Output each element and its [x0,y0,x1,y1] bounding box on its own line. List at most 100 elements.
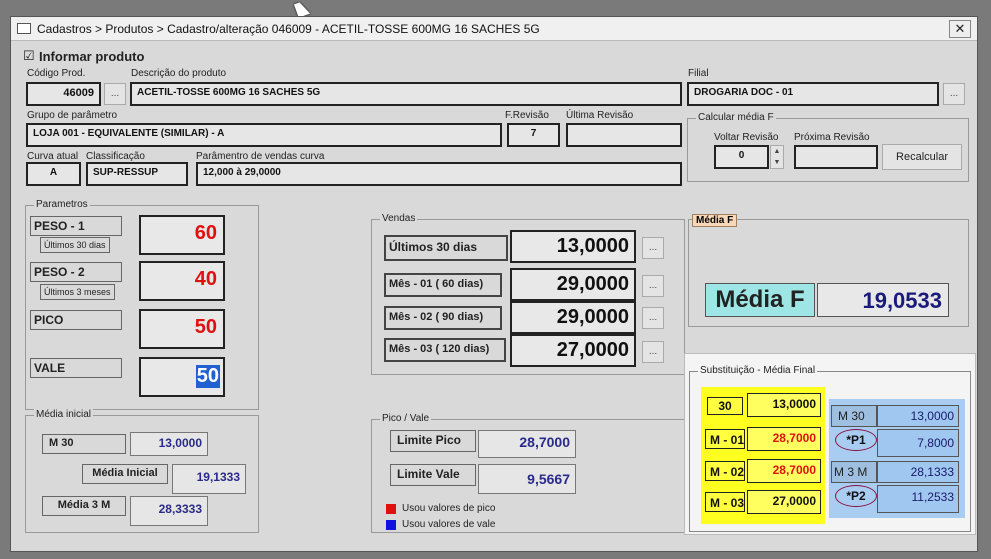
sub-blue-m3m-label: M 3 M [831,461,877,483]
sub-m01-value: 28,7000 [747,427,821,451]
limite-vale-label: Limite Vale [390,464,476,486]
legend-vale-label: Usou valores de vale [402,519,496,530]
media-inicial-value[interactable]: 19,1333 [172,464,246,494]
substituicao-panel: Substituição - Média Final 30 13,0000 M … [684,353,976,535]
media-3m-label: Média 3 M [42,496,126,516]
grupo-field[interactable]: LOJA 001 - EQUIVALENTE (SIMILAR) - A [26,123,502,147]
peso1-value[interactable]: 60 [139,215,225,255]
vendas-m01-button[interactable]: ... [642,275,664,297]
vendas-group: Vendas Últimos 30 dias 13,0000 ... Mês -… [371,213,685,375]
sub-p2-value: 11,2533 [877,485,959,513]
informar-checkbox[interactable]: ☑ [23,48,35,64]
media-f-title: Média F [692,214,738,227]
sub-m01-label: M - 01 [705,429,745,449]
codigo-lookup-button[interactable]: ... [104,83,126,105]
yellow-box: 30 13,0000 M - 01 28,7000 M - 02 28,7000… [701,387,825,524]
codigo-field[interactable]: 46009 [26,82,101,106]
pico-vale-group: Pico / Vale Limite Pico 28,7000 Limite V… [371,413,685,533]
sub-blue-m3m-value: 28,1333 [877,461,959,483]
peso2-label: PESO - 2 [30,262,122,282]
proxima-revisao-field[interactable] [794,145,878,169]
limite-vale-value[interactable]: 9,5667 [478,464,576,494]
substituicao-title: Substituição - Média Final [698,365,818,376]
codigo-label: Código Prod. [27,68,86,79]
frevisao-label: F.Revisão [505,110,549,121]
calcular-media-group: Calcular média F Voltar Revisão 0 ▲ ▼ Pró… [687,112,969,182]
pico-value[interactable]: 50 [139,309,225,349]
filial-lookup-button[interactable]: ... [943,83,965,105]
blue-box: M 30 13,0000 *P1 7,8000 M 3 M 28,1333 *P… [829,399,965,518]
sub-p1-value: 7,8000 [877,429,959,457]
vendas-m03-button[interactable]: ... [642,341,664,363]
voltar-revisao-label: Voltar Revisão [714,132,779,143]
pico-label: PICO [30,310,122,330]
vendas-30-label: Últimos 30 dias [384,235,508,261]
vendas-m02-value[interactable]: 29,0000 [510,301,636,334]
sub-m02-label: M - 02 [705,461,745,481]
vendas-m02-button[interactable]: ... [642,307,664,329]
informar-label: Informar produto [39,49,145,64]
legend-pico-swatch [386,504,396,514]
sub-p2-label: *P2 [835,485,877,507]
media-f-value[interactable]: 19,0533 [817,283,949,317]
grupo-label: Grupo de parâmetro [27,110,118,121]
m30-label: M 30 [42,434,126,454]
vale-value-selected: 50 [195,365,220,388]
peso2-value[interactable]: 40 [139,261,225,301]
descricao-field[interactable]: ACETIL-TOSSE 600MG 16 SACHES 5G [130,82,682,106]
curva-field[interactable]: A [26,162,81,186]
vendas-title: Vendas [380,213,418,224]
media-f-label: Média F [705,283,815,317]
filial-field[interactable]: DROGARIA DOC - 01 [687,82,939,106]
frevisao-field[interactable]: 7 [507,123,560,147]
legend-vale-swatch [386,520,396,530]
sub-30-value: 13,0000 [747,393,821,417]
vendas-m02-label: Mês - 02 ( 90 dias) [384,306,502,330]
window-icon [17,23,31,34]
sub-m03-label: M - 03 [705,492,745,512]
legend-pico-label: Usou valores de pico [402,503,496,514]
pico-vale-title: Pico / Vale [380,413,432,424]
calcular-media-title: Calcular média F [696,112,776,123]
parametro-vendas-label: Parâmentro de vendas curva [196,151,325,162]
close-button[interactable]: ✕ [949,20,971,38]
vendas-30-button[interactable]: ... [642,237,664,259]
sub-blue-m30-value: 13,0000 [877,405,959,427]
vendas-m03-label: Mês - 03 ( 120 dias) [384,338,506,362]
m30-value[interactable]: 13,0000 [130,432,208,456]
peso1-sub-label: Últimos 30 dias [40,237,110,253]
vale-label: VALE [30,358,122,378]
curva-label: Curva atual [27,151,79,162]
vendas-30-value[interactable]: 13,0000 [510,230,636,263]
parametros-group: Parametros PESO - 1 Últimos 30 dias 60 P… [25,199,259,410]
vale-value[interactable]: 50 [139,357,225,397]
vendas-m01-value[interactable]: 29,0000 [510,268,636,301]
vendas-m03-value[interactable]: 27,0000 [510,334,636,367]
voltar-revisao-spinner[interactable]: ▲ ▼ [770,145,784,169]
media-inicial-label: Média Inicial [82,464,168,484]
vendas-m01-label: Mês - 01 ( 60 dias) [384,273,502,297]
title-bar: Cadastros > Produtos > Cadastro/alteraçã… [11,17,977,41]
classificacao-field[interactable]: SUP-RESSUP [86,162,188,186]
classificacao-label: Classificação [86,151,145,162]
filial-label: Filial [688,68,709,79]
media-3m-value[interactable]: 28,3333 [130,496,208,526]
product-window: Cadastros > Produtos > Cadastro/alteraçã… [10,16,978,552]
proxima-revisao-label: Próxima Revisão [794,132,870,143]
media-f-group: Média F Média F 19,0533 [688,214,969,327]
limite-pico-value[interactable]: 28,7000 [478,430,576,458]
sub-m02-value: 28,7000 [747,459,821,483]
sub-m03-value: 27,0000 [747,490,821,514]
voltar-revisao-field[interactable]: 0 [714,145,769,169]
media-inicial-group: Média inicial M 30 13,0000 Média Inicial… [25,409,259,533]
peso1-label: PESO - 1 [30,216,122,236]
window-title: Cadastros > Produtos > Cadastro/alteraçã… [37,22,540,36]
sub-blue-m30-label: M 30 [831,405,877,427]
peso2-sub-label: Últimos 3 meses [40,284,115,300]
recalcular-button[interactable]: Recalcular [882,144,962,170]
limite-pico-label: Limite Pico [390,430,476,452]
ultima-revisao-field[interactable] [566,123,682,147]
parametros-title: Parametros [34,199,90,210]
parametro-vendas-field[interactable]: 12,000 à 29,0000 [196,162,682,186]
media-inicial-title: Média inicial [34,409,94,420]
